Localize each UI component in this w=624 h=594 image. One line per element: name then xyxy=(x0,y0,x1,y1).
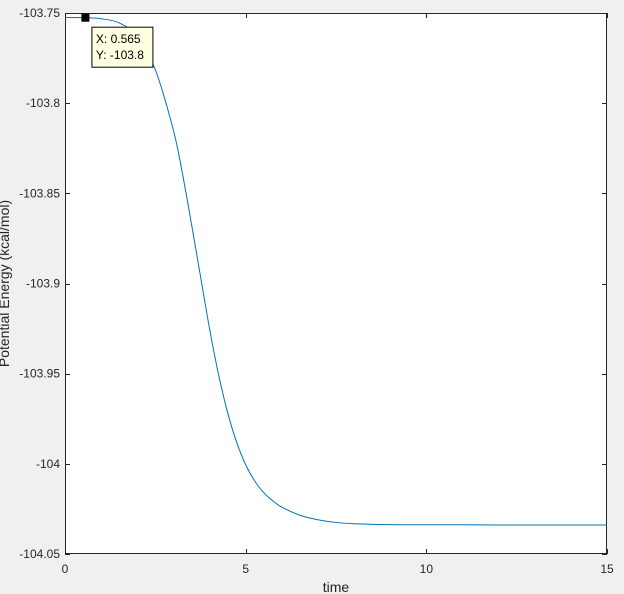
y-tick-label: -103.9 xyxy=(26,277,60,291)
y-axis-label: Potential Energy (kcal/mol) xyxy=(0,200,12,367)
datatip-x-text: X: 0.565 xyxy=(96,32,141,46)
datatip-marker[interactable] xyxy=(81,13,90,22)
x-axis-label: time xyxy=(323,579,350,594)
y-tick-label: -103.75 xyxy=(19,6,60,20)
line-chart: -103.75 -103.8 -103.85 -103.9 -103.95 -104 -10… xyxy=(0,6,614,594)
y-tick-label: -103.8 xyxy=(26,96,60,110)
x-tick-label: 10 xyxy=(420,562,434,576)
axes-background xyxy=(65,13,607,554)
x-tick-label: 5 xyxy=(242,562,249,576)
y-tick-label: -103.95 xyxy=(19,367,60,381)
y-tick-label: -104 xyxy=(36,457,60,471)
x-tick-label: 0 xyxy=(62,562,69,576)
x-tick-label: 15 xyxy=(600,562,614,576)
y-tick-label: -103.85 xyxy=(19,186,60,200)
datatip-y-text: Y: -103.8 xyxy=(96,48,144,62)
y-tick-label: -104.05 xyxy=(19,547,60,561)
figure-window: -103.75 -103.8 -103.85 -103.9 -103.95 -104 -10… xyxy=(0,0,624,594)
